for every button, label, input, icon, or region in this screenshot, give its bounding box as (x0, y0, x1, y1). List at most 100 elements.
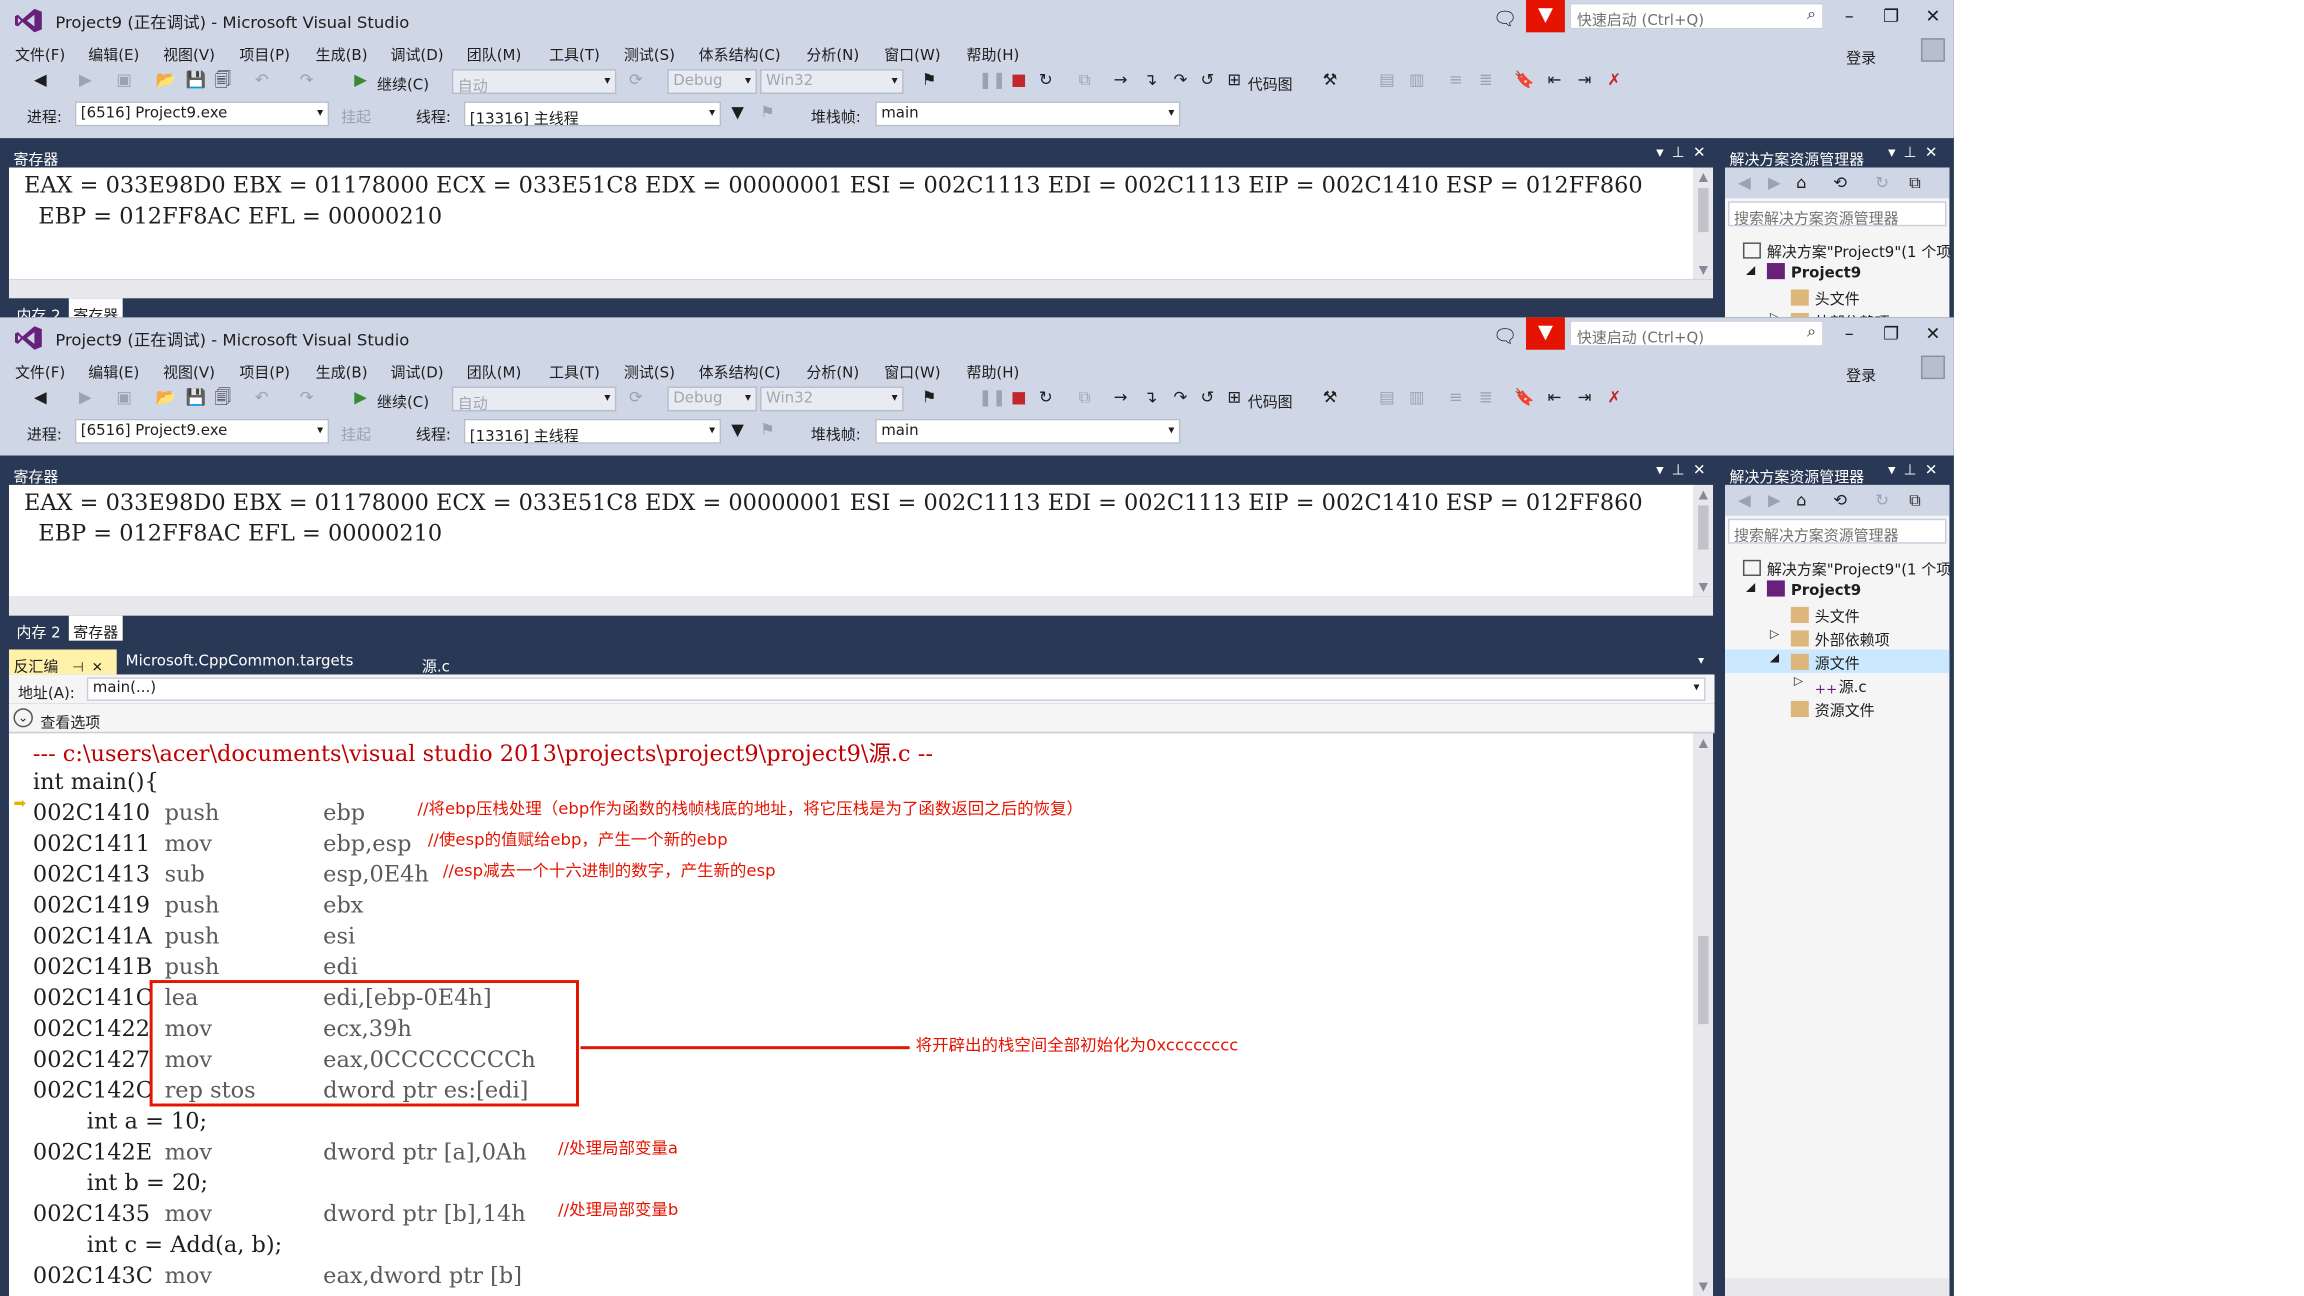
account-icon[interactable] (1920, 38, 1945, 62)
tab-cppcommon-targets[interactable]: Microsoft.CppCommon.targets (121, 649, 358, 674)
continue-button[interactable]: 继续(C) (377, 389, 429, 411)
menu-window[interactable]: 窗口(W) (884, 43, 940, 64)
find-icon[interactable]: ⚑ (919, 388, 940, 409)
collapse-all-icon[interactable]: ⧉ (1905, 491, 1926, 512)
refresh-icon[interactable]: ⟳ (625, 388, 646, 409)
registers-content[interactable]: EAX = 033E98D0 EBX = 01178000 ECX = 033E… (8, 167, 1694, 280)
menu-edit[interactable]: 编辑(E) (88, 360, 139, 382)
registers-scrollbar[interactable]: ▲ ▼ (1693, 167, 1714, 280)
pin-icon[interactable]: ⊥ (1903, 463, 1916, 479)
clear-bookmarks-icon[interactable]: ✗ (1604, 71, 1625, 92)
step-over-icon[interactable]: ↷ (1170, 71, 1191, 92)
find-icon[interactable]: ⚑ (919, 71, 940, 92)
menu-architecture[interactable]: 体系结构(C) (699, 43, 781, 64)
disassembly-view[interactable]: ➡ --- c:\users\acer\documents\visual stu… (8, 733, 1694, 1296)
step-into-icon[interactable]: ↴ (1140, 388, 1161, 409)
undo-icon[interactable]: ↶ (251, 71, 272, 92)
code-map-icon[interactable]: ⊞ (1224, 71, 1245, 92)
restart-icon[interactable]: ↻ (1035, 388, 1056, 409)
continue-icon[interactable]: ▶ (350, 71, 371, 92)
forward-icon[interactable]: ▶ (75, 388, 96, 409)
filter-icon[interactable]: ▼ (727, 420, 748, 441)
scroll-up-icon[interactable]: ▲ (1694, 488, 1713, 501)
solution-config-dropdown[interactable]: 自动 ▾ (451, 386, 617, 413)
tree-item-resources[interactable]: 资源文件 (1790, 696, 1875, 720)
new-project-icon[interactable]: ▣ (114, 388, 135, 409)
tab-overflow-icon[interactable]: ▾ (1694, 649, 1709, 674)
feedback-icon[interactable]: 🗨 (1492, 7, 1519, 33)
stop-icon[interactable]: ■ (1008, 388, 1029, 409)
new-project-icon[interactable]: ▣ (114, 71, 135, 92)
scroll-down-icon[interactable]: ▼ (1694, 580, 1713, 593)
tree-item-solution[interactable]: 解决方案"Project9"(1 个项 (1742, 555, 1949, 579)
feedback-icon[interactable]: 🗨 (1492, 325, 1519, 351)
panel-menu-icon[interactable]: ▾ (1888, 463, 1896, 479)
menu-window[interactable]: 窗口(W) (884, 360, 940, 382)
refresh-icon[interactable]: ⟳ (625, 71, 646, 92)
thread-dropdown[interactable]: [13316] 主线程 ▾ (463, 418, 722, 445)
process-dropdown[interactable]: [6516] Project9.exe ▾ (74, 101, 330, 127)
forward-icon[interactable]: ▶ (1764, 491, 1785, 512)
comment-icon[interactable]: ≡ (1445, 388, 1466, 409)
expand-icon[interactable]: ◢ (1746, 263, 1755, 276)
panel-menu-icon[interactable]: ▾ (1656, 463, 1664, 479)
process-dropdown[interactable]: [6516] Project9.exe ▾ (74, 418, 330, 444)
solution-search-input[interactable]: 搜索解决方案资源管理器 (1727, 201, 1947, 227)
open-file-icon[interactable]: 📂 (156, 71, 177, 92)
menu-test[interactable]: 测试(S) (624, 43, 675, 64)
code-map-button[interactable]: 代码图 (1248, 72, 1293, 94)
panel-close-icon[interactable]: ✕ (1693, 463, 1706, 479)
menu-project[interactable]: 项目(P) (239, 360, 290, 382)
detach-icon[interactable]: ⧉ (1074, 71, 1095, 92)
save-icon[interactable]: 💾 (186, 71, 207, 92)
tree-item-headers[interactable]: 头文件 (1790, 602, 1860, 626)
notification-flag-icon[interactable]: ▼ (1526, 0, 1565, 33)
clear-bookmarks-icon[interactable]: ✗ (1604, 388, 1625, 409)
close-button[interactable]: ✕ (1918, 323, 1948, 347)
flag-thread-icon[interactable]: ⚑ (757, 420, 778, 441)
step-out-icon[interactable]: ↺ (1197, 388, 1218, 409)
continue-icon[interactable]: ▶ (350, 388, 371, 409)
tab-source-c[interactable]: 源.c (417, 649, 454, 676)
pin-icon[interactable]: ⊥ (1903, 145, 1916, 161)
refresh-icon[interactable]: ↻ (1872, 491, 1893, 512)
notification-flag-icon[interactable]: ▼ (1526, 317, 1565, 350)
prev-bookmark-icon[interactable]: ⇤ (1544, 388, 1565, 409)
stack-frame-dropdown[interactable]: main ▾ (875, 101, 1181, 127)
tab-memory-2[interactable]: 内存 2 (12, 298, 65, 318)
stop-icon[interactable]: ■ (1008, 71, 1029, 92)
uncomment-icon[interactable]: ≣ (1475, 71, 1496, 92)
solution-search-input[interactable]: 搜索解决方案资源管理器 (1727, 518, 1947, 544)
redo-icon[interactable]: ↷ (296, 71, 317, 92)
scroll-down-icon[interactable]: ▼ (1694, 263, 1713, 276)
horizontal-scroll-strip[interactable] (8, 596, 1714, 616)
expand-icon[interactable]: ▷ (1770, 310, 1779, 317)
undo-icon[interactable]: ↶ (251, 388, 272, 409)
save-all-icon[interactable]: 🗐 (212, 388, 233, 409)
expand-icon[interactable]: ▷ (1794, 674, 1803, 687)
thread-dropdown[interactable]: [13316] 主线程 ▾ (463, 101, 722, 128)
quick-launch-input[interactable]: 快速启动 (Ctrl+Q) ⌕ (1569, 320, 1824, 347)
forward-icon[interactable]: ▶ (75, 71, 96, 92)
maximize-button[interactable]: ❐ (1876, 323, 1906, 347)
menu-build[interactable]: 生成(B) (316, 360, 368, 382)
show-next-statement-icon[interactable]: → (1110, 71, 1131, 92)
expand-icon[interactable]: ▷ (1770, 627, 1779, 640)
tree-item-solution[interactable]: 解决方案"Project9"(1 个项 (1742, 238, 1949, 262)
minimize-button[interactable]: – (1834, 323, 1864, 347)
scroll-thumb[interactable] (1698, 936, 1709, 1025)
pin-icon[interactable]: ⊥ (1672, 463, 1685, 479)
expand-icon[interactable]: ◢ (1770, 651, 1779, 664)
next-bookmark-icon[interactable]: ⇥ (1574, 71, 1595, 92)
tab-disassembly[interactable]: 反汇编 ⊣ ✕ (8, 649, 117, 676)
menu-analyze[interactable]: 分析(N) (806, 43, 859, 64)
hex-display-icon[interactable]: ⚒ (1320, 71, 1341, 92)
suspend-button[interactable]: 挂起 (341, 104, 371, 126)
registers-scrollbar[interactable]: ▲ ▼ (1693, 484, 1714, 597)
pause-icon[interactable]: ❚❚ (978, 71, 1006, 92)
filter-icon[interactable]: ▼ (727, 103, 748, 124)
menu-help[interactable]: 帮助(H) (966, 43, 1019, 64)
comment-icon[interactable]: ≡ (1445, 71, 1466, 92)
menu-team[interactable]: 团队(M) (467, 43, 522, 64)
chevron-down-icon[interactable]: ▾ (1694, 680, 1700, 693)
